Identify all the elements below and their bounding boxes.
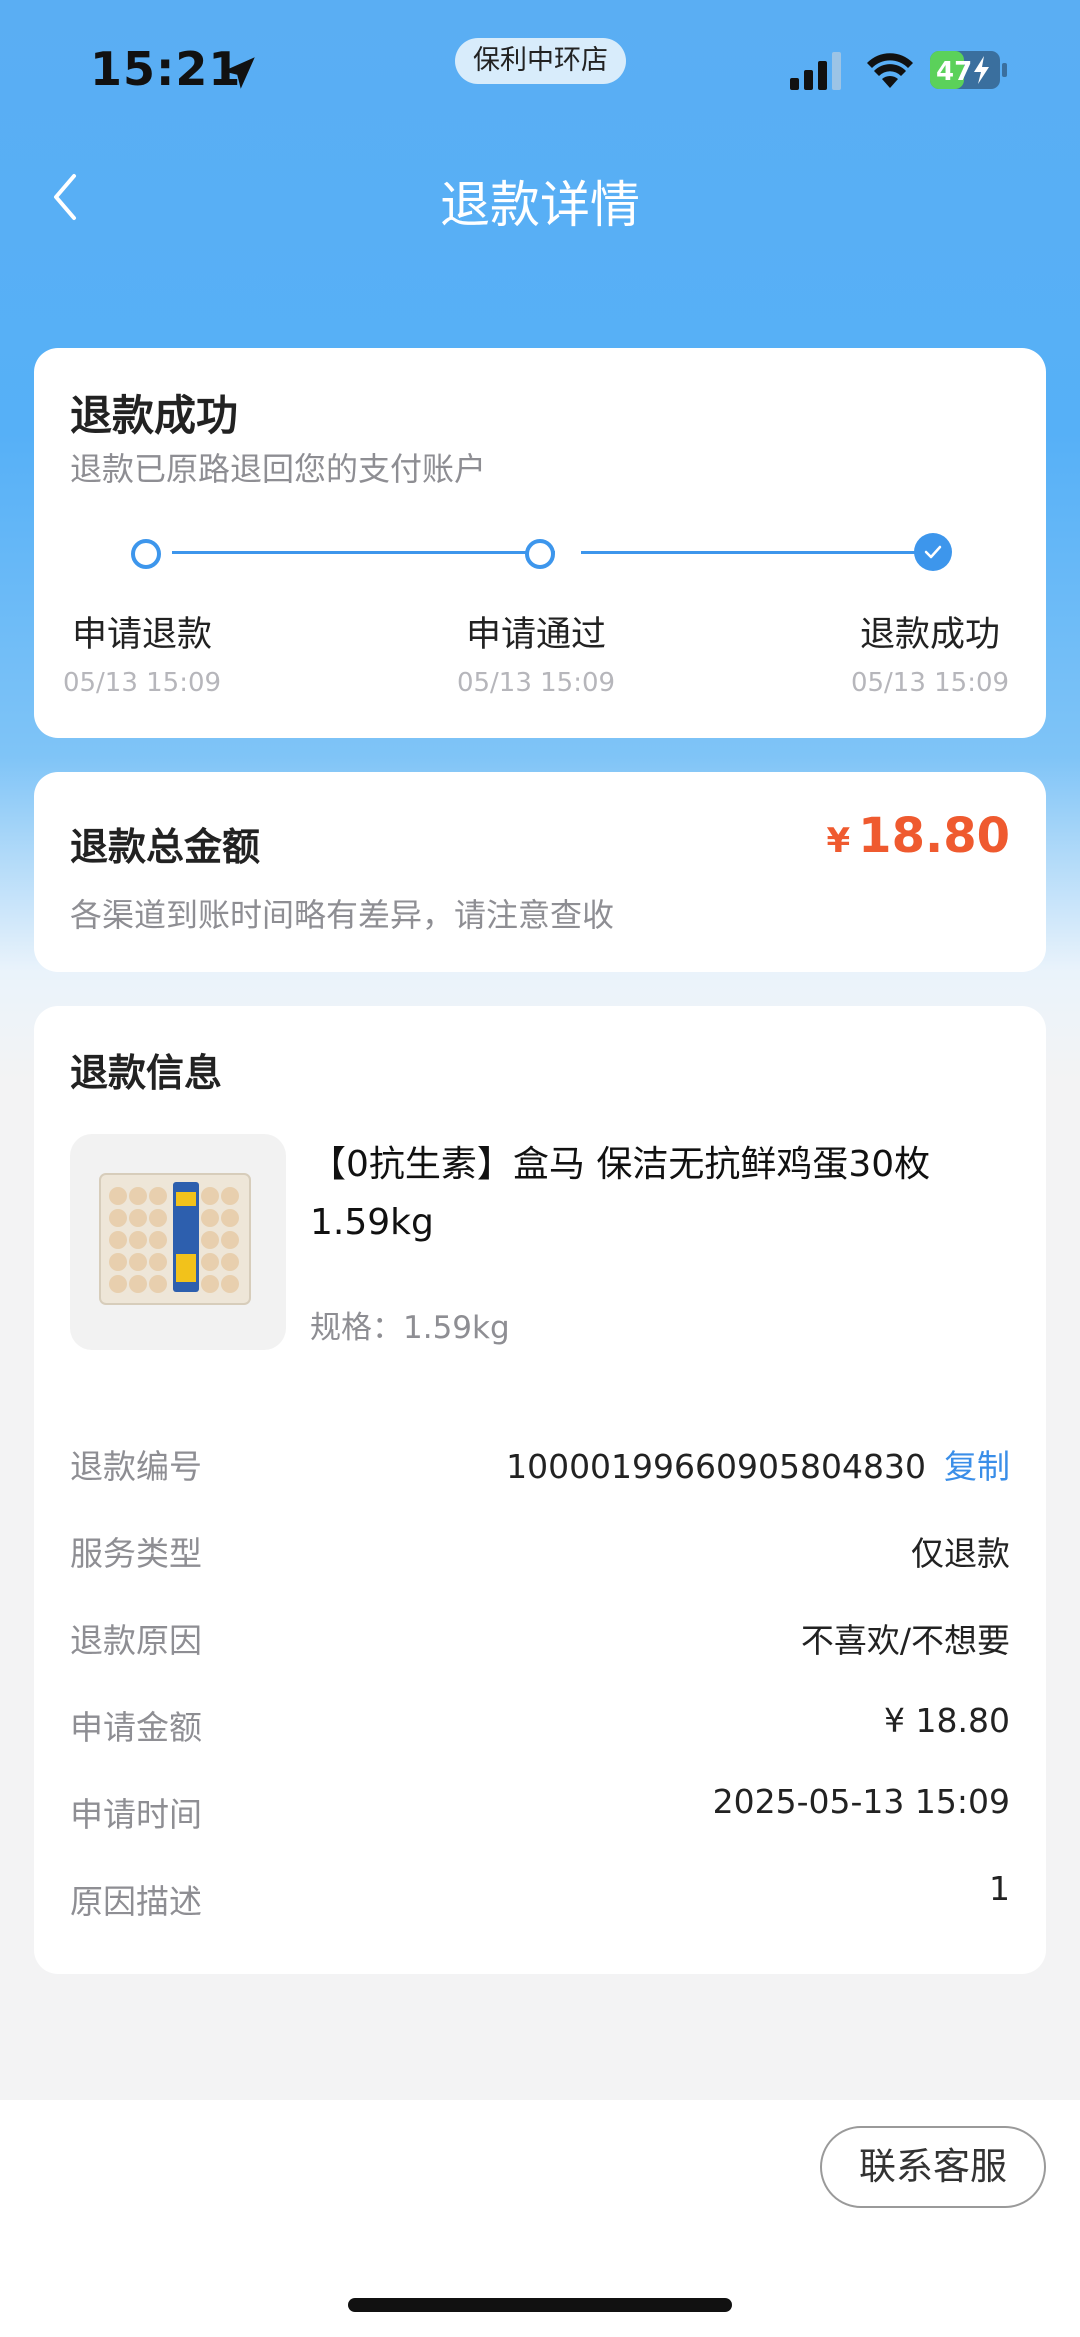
progress-line (172, 551, 555, 554)
page-title: 退款详情 (440, 176, 640, 234)
service-type-value: 仅退款 (911, 1534, 1010, 1573)
step-dot-approved (525, 539, 555, 569)
refund-reason-label: 退款原因 (70, 1621, 202, 1660)
location-arrow-icon (223, 57, 255, 89)
service-type-label: 服务类型 (70, 1534, 202, 1573)
refund-status-card: 退款成功 退款已原路退回您的支付账户 申请退款 05/13 15:09 申请通过… (34, 348, 1046, 738)
contact-service-button[interactable]: 联系客服 (820, 2126, 1046, 2208)
amount-value: 18.80 (858, 808, 1010, 864)
cellular-signal-icon (790, 52, 841, 90)
applied-time-value: 2025-05-13 15:09 (712, 1782, 1010, 1821)
refund-info-card: 退款信息 【0抗生素】盒马 保洁无抗鲜鸡蛋30枚 1.59kg 规格：1.59k… (34, 1006, 1046, 1974)
refund-info-title: 退款信息 (70, 1051, 223, 1095)
refund-number: 10000199660905804830 (506, 1447, 926, 1486)
step-label: 申请退款 (71, 615, 212, 655)
home-indicator[interactable] (348, 2298, 732, 2312)
applied-amount-value: ¥ 18.80 (884, 1701, 1010, 1740)
step-time: 05/13 15:09 (850, 668, 1010, 698)
progress-line (581, 551, 947, 554)
currency-symbol: ¥ (826, 821, 851, 861)
arrival-note: 各渠道到账时间略有差异，请注意查收 (70, 896, 615, 934)
step-time: 05/13 15:09 (456, 668, 616, 698)
applied-time-label: 申请时间 (70, 1795, 202, 1834)
refund-status-title: 退款成功 (70, 391, 239, 440)
applied-amount-label: 申请金额 (70, 1708, 202, 1747)
refund-status-subtitle: 退款已原路退回您的支付账户 (70, 450, 487, 488)
refund-reason-value: 不喜欢/不想要 (800, 1621, 1010, 1660)
wifi-icon (867, 53, 913, 88)
copy-button[interactable]: 复制 (944, 1447, 1010, 1486)
battery-icon: 47 (930, 51, 1007, 89)
product-image[interactable] (70, 1134, 286, 1350)
store-pill[interactable]: 保利中环店 (455, 38, 626, 84)
step-check-icon (914, 533, 952, 571)
battery-level: 47 (936, 57, 972, 87)
reason-description-value: 1 (989, 1869, 1010, 1908)
step-dot-applied (131, 539, 161, 569)
step-label: 退款成功 (859, 615, 1000, 655)
refund-number-value: 10000199660905804830 复制 (506, 1440, 1010, 1488)
step-time: 05/13 15:09 (62, 668, 222, 698)
refund-number-label: 退款编号 (70, 1447, 202, 1486)
step-label: 申请通过 (465, 615, 606, 655)
product-name[interactable]: 【0抗生素】盒马 保洁无抗鲜鸡蛋30枚 1.59kg (310, 1136, 1000, 1252)
refund-total-amount: ¥18.80 (827, 808, 1011, 864)
product-spec: 规格：1.59kg (310, 1310, 510, 1346)
status-bar: 15:21 保利中环店 47 (0, 0, 1080, 140)
reason-description-label: 原因描述 (70, 1882, 202, 1921)
refund-amount-card: 退款总金额 ¥18.80 各渠道到账时间略有差异，请注意查收 (34, 772, 1046, 972)
refund-total-label: 退款总金额 (70, 825, 261, 869)
